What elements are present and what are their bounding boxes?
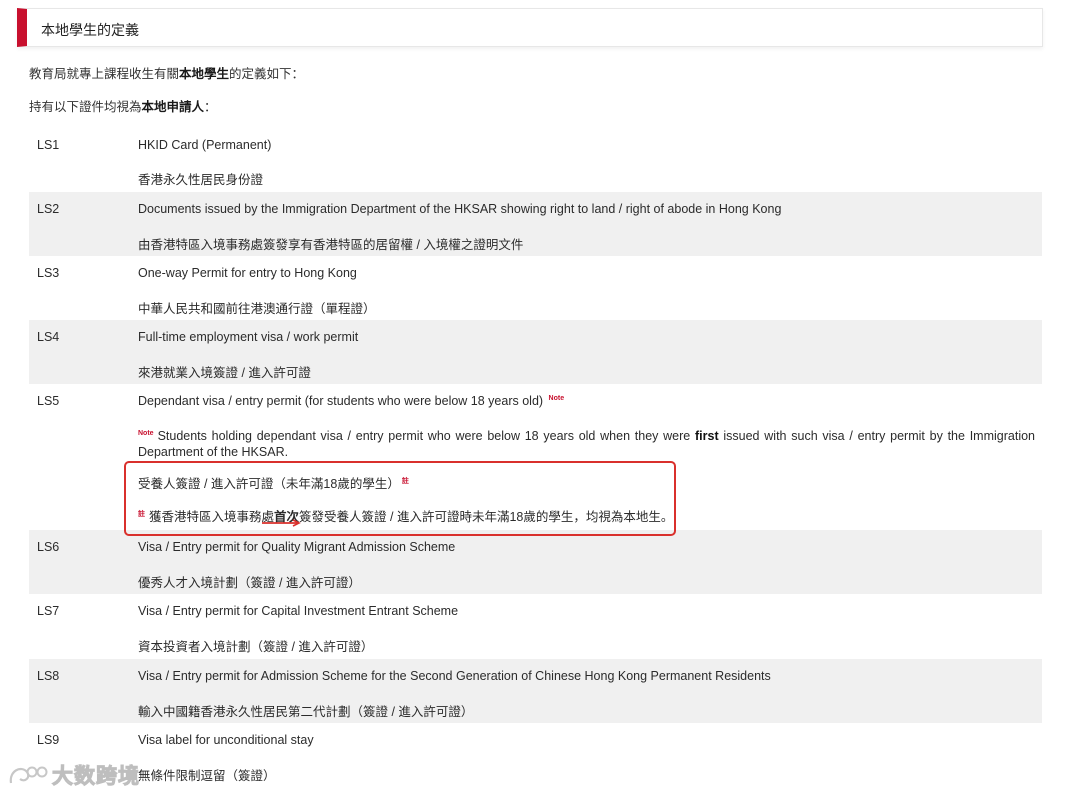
table-row: LS4 Full-time employment visa / work per… <box>29 320 1042 384</box>
note-marker: Note <box>548 394 565 402</box>
table-row: LS2 Documents issued by the Immigration … <box>29 192 1042 256</box>
intro-bold-term: 本地申請人 <box>141 100 205 114</box>
watermark-text: 大数跨境 <box>52 765 140 789</box>
row-chinese: 資本投資者入境計劃（簽證 / 進入許可證） <box>138 640 374 654</box>
row-chinese: 香港永久性居民身份證 <box>138 173 264 187</box>
row-english: Visa label for unconditional stay <box>138 733 314 747</box>
section-header: 本地學生的定義 <box>17 8 1043 47</box>
row-code: LS9 <box>37 733 60 747</box>
table-row: LS6 Visa / Entry permit for Quality Migr… <box>29 530 1042 594</box>
intro-text: ： <box>204 100 217 114</box>
row-chinese: 由香港特區入境事務處簽發享有香港特區的居留權 / 入境權之證明文件 <box>138 238 524 252</box>
row-english: Visa / Entry permit for Quality Migrant … <box>138 540 456 554</box>
row-code: LS5 <box>37 394 60 408</box>
table-row: LS1 HKID Card (Permanent) 香港永久性居民身份證 <box>29 128 1042 192</box>
table-row: LS9 Visa label for unconditional stay 無條… <box>29 723 1042 793</box>
row-english-text: Dependant visa / entry permit (for stude… <box>138 394 544 408</box>
row-code: LS2 <box>37 202 60 216</box>
table-row: LS8 Visa / Entry permit for Admission Sc… <box>29 659 1042 723</box>
row-code: LS1 <box>37 138 60 152</box>
row-english: One-way Permit for entry to Hong Kong <box>138 266 357 280</box>
intro-bold-term: 本地學生 <box>179 67 230 81</box>
note-label: Note <box>138 430 154 437</box>
row-code: LS7 <box>37 604 60 618</box>
arrow-underline-icon <box>262 519 301 527</box>
watermark-logo-icon <box>9 766 48 784</box>
table-row: LS3 One-way Permit for entry to Hong Kon… <box>29 256 1042 320</box>
note-text: Students holding dependant visa / entry … <box>157 429 695 444</box>
row-chinese: 無條件限制逗留（簽證） <box>138 769 276 783</box>
row-english: Documents issued by the Immigration Depa… <box>138 202 782 216</box>
note-paragraph: Note Students holding dependant visa / en… <box>138 426 1035 460</box>
intro-line-2: 持有以下證件均視為本地申請人： <box>29 96 217 115</box>
row-english: Dependant visa / entry permit (for stude… <box>138 394 564 408</box>
table-row: LS7 Visa / Entry permit for Capital Inve… <box>29 594 1042 659</box>
intro-text: 教育局就專上課程收生有關 <box>29 67 180 81</box>
intro-text: 持有以下證件均視為 <box>29 100 142 114</box>
row-code: LS3 <box>37 266 60 280</box>
row-english: HKID Card (Permanent) <box>138 138 272 152</box>
row-code: LS6 <box>37 540 60 554</box>
section-title: 本地學生的定義 <box>41 22 139 38</box>
row-code: LS4 <box>37 330 60 344</box>
row-chinese: 中華人民共和國前往港澳通行證（單程證） <box>138 302 376 316</box>
row-english: Visa / Entry permit for Capital Investme… <box>138 604 459 618</box>
intro-line-1: 教育局就專上課程收生有關本地學生的定義如下： <box>29 63 304 82</box>
note-bold: first <box>695 429 719 444</box>
row-english: Visa / Entry permit for Admission Scheme… <box>138 669 771 683</box>
intro-text: 的定義如下： <box>229 67 305 81</box>
row-chinese: 來港就業入境簽證 / 進入許可證 <box>138 366 311 380</box>
row-code: LS8 <box>37 669 60 683</box>
row-chinese: 優秀人才入境計劃（簽證 / 進入許可證） <box>138 576 361 590</box>
highlight-box <box>124 461 676 536</box>
watermark: 大数跨境 <box>8 760 140 790</box>
row-english: Full-time employment visa / work permit <box>138 330 359 344</box>
row-chinese: 輸入中國籍香港永久性居民第二代計劃（簽證 / 進入許可證） <box>138 705 474 719</box>
